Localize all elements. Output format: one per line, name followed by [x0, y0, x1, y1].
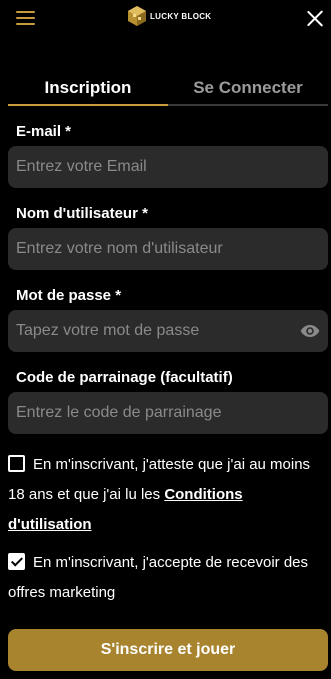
referral-label: Code de parrainage (facultatif) — [16, 369, 233, 386]
marketing-checkbox[interactable] — [8, 553, 25, 570]
logo-text: LUCKY BLOCK — [150, 11, 212, 21]
top-bar: LUCKY BLOCK — [0, 0, 331, 36]
password-label: Mot de passe * — [16, 287, 122, 304]
referral-code-field[interactable] — [8, 392, 328, 434]
password-field[interactable] — [8, 310, 328, 352]
referral-field-wrapper — [8, 392, 328, 434]
marketing-consent: En m'inscrivant, j'accepte de recevoir d… — [8, 548, 326, 608]
username-label: Nom d'utilisateur * — [16, 205, 148, 222]
email-label: E-mail * — [16, 123, 72, 140]
marketing-text: En m'inscrivant, j'accepte de recevoir d… — [8, 554, 309, 601]
email-field[interactable] — [8, 146, 328, 188]
tab-se-connecter[interactable]: Se Connecter — [168, 72, 328, 104]
terms-text: En m'inscrivant, j'atteste que j'ai au m… — [8, 456, 311, 503]
terms-checkbox[interactable] — [8, 455, 25, 472]
terms-consent: En m'inscrivant, j'atteste que j'ai au m… — [8, 450, 326, 540]
hamburger-icon[interactable] — [16, 11, 35, 25]
signup-play-button[interactable]: S'inscrire et jouer — [8, 629, 328, 671]
tab-inscription[interactable]: Inscription — [8, 72, 168, 106]
auth-tabs: Inscription Se Connecter — [8, 72, 328, 106]
eye-icon[interactable] — [300, 323, 320, 339]
email-field-wrapper — [8, 146, 328, 188]
password-field-wrapper — [8, 310, 328, 352]
username-field-wrapper — [8, 228, 328, 270]
username-field[interactable] — [8, 228, 328, 270]
close-icon[interactable] — [307, 10, 324, 27]
logo: LUCKY BLOCK — [128, 5, 211, 27]
logo-icon — [128, 6, 146, 26]
